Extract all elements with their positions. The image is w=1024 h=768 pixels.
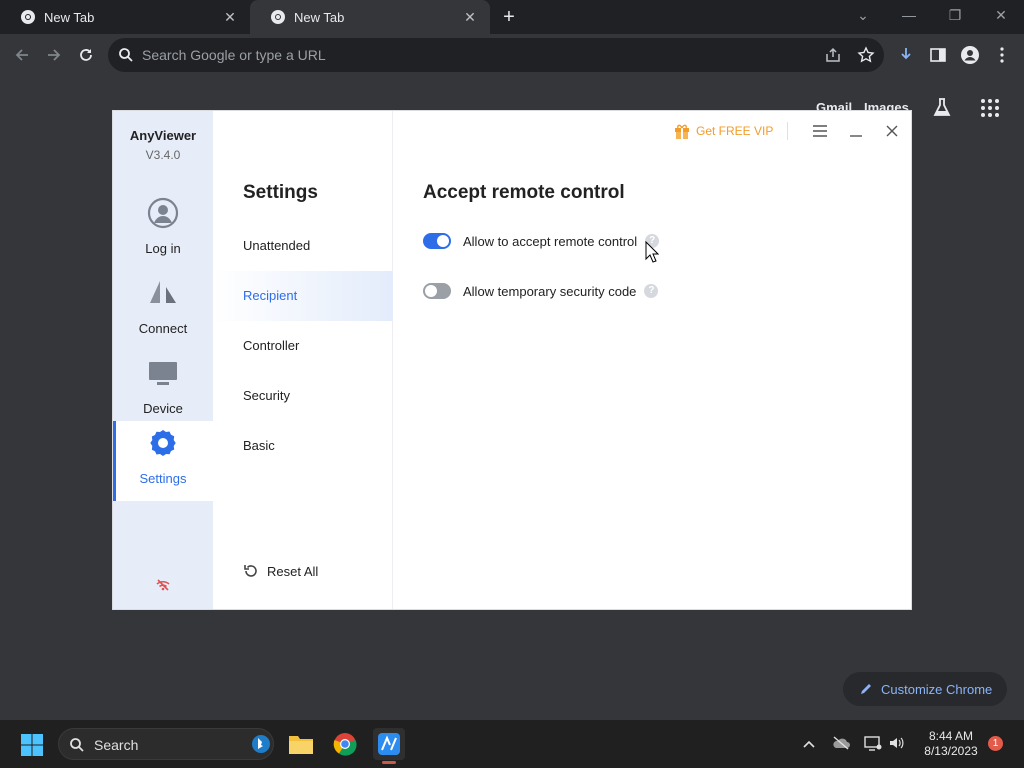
accept-remote-control-toggle[interactable] (423, 233, 451, 249)
anyviewer-taskbar-icon[interactable] (373, 728, 405, 764)
clock-date: 8/13/2023 (924, 744, 978, 758)
option-label: Allow temporary security code (463, 283, 637, 299)
windows-taskbar: Search 8:44 AM 8/13/2023 (0, 720, 1024, 768)
minimize-icon[interactable] (838, 117, 874, 145)
gear-icon (150, 430, 176, 456)
settings-content: Accept remote control Allow to accept re… (394, 111, 911, 609)
rail-item-settings[interactable]: Settings (113, 421, 213, 501)
settings-title: Settings (243, 182, 318, 203)
rail-label: Device (143, 401, 183, 416)
customize-chrome-label: Customize Chrome (881, 681, 993, 697)
notification-badge[interactable]: 1 (988, 736, 1003, 751)
app-version: V3.4.0 (145, 148, 181, 162)
rail-label: Settings (139, 471, 187, 486)
menu-item-recipient[interactable]: Recipient (213, 271, 393, 321)
network-icon[interactable] (864, 735, 882, 751)
tab-new-tab-1[interactable]: New Tab ✕ (0, 0, 250, 34)
menu-item-controller[interactable]: Controller (213, 321, 393, 371)
share-icon[interactable] (824, 46, 842, 64)
search-icon (119, 48, 133, 62)
option-accept-remote-control: Allow to accept remote control ? (423, 233, 660, 249)
tab-title: New Tab (44, 9, 95, 25)
minimize-window-icon[interactable]: — (886, 0, 932, 30)
chrome-taskbar-icon[interactable] (329, 728, 361, 760)
vip-label: Get FREE VIP (696, 124, 774, 138)
user-circle-icon (147, 197, 179, 229)
download-icon[interactable] (894, 43, 918, 67)
anyviewer-window: AnyViewer V3.4.0 Log in Connect Device S… (112, 110, 912, 610)
settings-menu-panel: Settings Unattended Recipient Controller… (213, 111, 393, 609)
browser-toolbar: Search Google or type a URL (0, 34, 1024, 76)
windows-start-icon[interactable] (20, 733, 44, 757)
titlebar-separator (787, 122, 789, 140)
onedrive-offline-icon[interactable] (832, 735, 850, 751)
google-apps-grid-icon[interactable] (980, 98, 1000, 118)
restore-window-icon[interactable]: ❐ (932, 0, 978, 30)
chrome-favicon-icon (21, 10, 35, 24)
reset-all-button[interactable]: Reset All (243, 563, 318, 579)
rail-label: Connect (138, 321, 188, 336)
show-hidden-icons-chevron-icon[interactable] (802, 737, 816, 751)
chrome-menu-kebab-icon[interactable] (990, 43, 1014, 67)
taskbar-search-box[interactable]: Search (58, 728, 274, 760)
active-app-indicator (382, 761, 396, 764)
menu-item-unattended[interactable]: Unattended (213, 221, 393, 271)
chrome-favicon-icon (271, 10, 285, 24)
menu-item-basic[interactable]: Basic (213, 421, 393, 471)
menu-item-security[interactable]: Security (213, 371, 393, 421)
tab-title: New Tab (294, 9, 345, 25)
close-window-icon[interactable]: ✕ (978, 0, 1024, 30)
tab-new-tab-2[interactable]: New Tab ✕ (250, 0, 490, 34)
content-title: Accept remote control (423, 182, 625, 203)
reset-all-label: Reset All (267, 563, 319, 579)
new-tab-plus-icon[interactable]: + (498, 6, 520, 28)
search-icon (70, 738, 84, 752)
pencil-icon (861, 684, 871, 694)
reload-icon[interactable] (74, 43, 98, 67)
bookmark-star-icon[interactable] (857, 46, 875, 64)
close-icon[interactable] (874, 117, 910, 145)
taskbar-clock[interactable]: 8:44 AM 8/13/2023 (916, 729, 986, 759)
omnibox-search-input[interactable]: Search Google or type a URL (108, 38, 884, 72)
back-arrow-icon[interactable] (10, 43, 34, 67)
bing-icon[interactable] (251, 734, 271, 754)
help-question-icon[interactable]: ? (644, 284, 659, 298)
get-free-vip-button[interactable]: Get FREE VIP (673, 122, 773, 140)
forward-arrow-icon[interactable] (42, 43, 66, 67)
rail-label: Log in (145, 241, 181, 256)
tab-search-chevron-icon[interactable]: ⌄ (840, 0, 886, 30)
rail-item-login[interactable]: Log in (113, 191, 213, 271)
clock-time: 8:44 AM (928, 729, 974, 743)
side-panel-icon[interactable] (926, 43, 950, 67)
monitor-icon (149, 362, 177, 385)
rail-item-device[interactable]: Device (113, 351, 213, 431)
close-tab-icon[interactable]: ✕ (462, 9, 478, 25)
file-explorer-icon[interactable] (285, 728, 317, 760)
network-disconnected-icon (156, 579, 170, 591)
close-tab-icon[interactable]: ✕ (222, 9, 238, 25)
temporary-security-code-toggle[interactable] (423, 283, 451, 299)
tab-strip: New Tab ✕ New Tab ✕ + ⌄ — ❐ ✕ (0, 0, 1024, 34)
connect-arrow-icon (150, 281, 176, 303)
anyviewer-nav-rail: AnyViewer V3.4.0 Log in Connect Device S… (113, 111, 213, 609)
rail-item-connect[interactable]: Connect (113, 271, 213, 351)
profile-avatar-icon[interactable] (958, 43, 982, 67)
gift-icon (675, 124, 689, 139)
volume-icon[interactable] (888, 735, 906, 751)
customize-chrome-button[interactable]: Customize Chrome (843, 672, 1007, 706)
hamburger-menu-icon[interactable] (802, 117, 838, 145)
anyviewer-titlebar-controls: Get FREE VIP (673, 117, 910, 145)
app-name: AnyViewer (129, 128, 197, 143)
taskbar-search-label: Search (94, 737, 139, 753)
omnibox-placeholder: Search Google or type a URL (142, 47, 326, 63)
reset-arrow-icon (244, 565, 257, 577)
labs-flask-icon[interactable] (930, 96, 954, 120)
mouse-cursor-icon (645, 241, 659, 263)
option-label: Allow to accept remote control (463, 233, 638, 249)
option-temporary-security-code: Allow temporary security code ? (423, 283, 659, 299)
